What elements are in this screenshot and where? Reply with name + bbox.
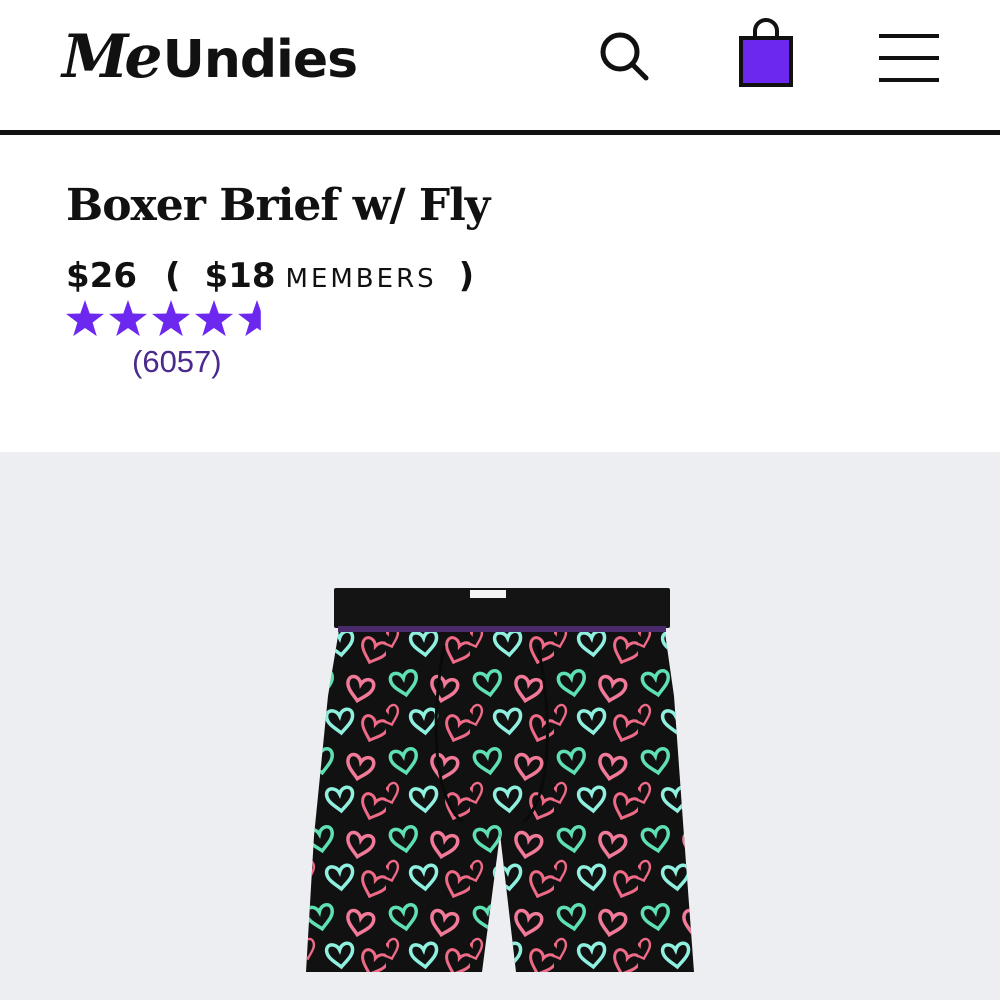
star-icon xyxy=(238,300,261,337)
logo-undies-text: Undies xyxy=(162,30,359,90)
product-image[interactable] xyxy=(302,586,702,1000)
site-header: Me Undies xyxy=(0,0,1000,135)
star-icon xyxy=(195,300,233,337)
open-paren: ( xyxy=(164,256,181,296)
product-title: Boxer Brief w/ Fly xyxy=(66,180,490,231)
star-icon xyxy=(152,300,190,337)
review-count-link[interactable]: (6057) xyxy=(132,344,222,380)
logo-me-text: Me xyxy=(62,22,163,92)
star-icon xyxy=(109,300,147,337)
hamburger-menu-icon xyxy=(879,34,939,82)
regular-price: $26 xyxy=(66,256,137,296)
shopping-bag-icon xyxy=(739,18,793,87)
product-image-gallery xyxy=(0,452,1000,1000)
members-label: MEMBERS xyxy=(285,264,437,294)
meundies-logo[interactable]: Me Undies xyxy=(62,22,359,92)
star-icon xyxy=(66,300,104,337)
close-paren: ) xyxy=(458,256,475,296)
member-price: $18 xyxy=(204,256,276,296)
search-button[interactable] xyxy=(596,28,652,84)
menu-button[interactable] xyxy=(876,30,942,86)
search-icon xyxy=(600,32,649,81)
shopping-bag-button[interactable] xyxy=(736,18,796,90)
star-rating[interactable] xyxy=(66,298,280,342)
price-row: $26 ( $18 MEMBERS ) xyxy=(66,256,474,300)
